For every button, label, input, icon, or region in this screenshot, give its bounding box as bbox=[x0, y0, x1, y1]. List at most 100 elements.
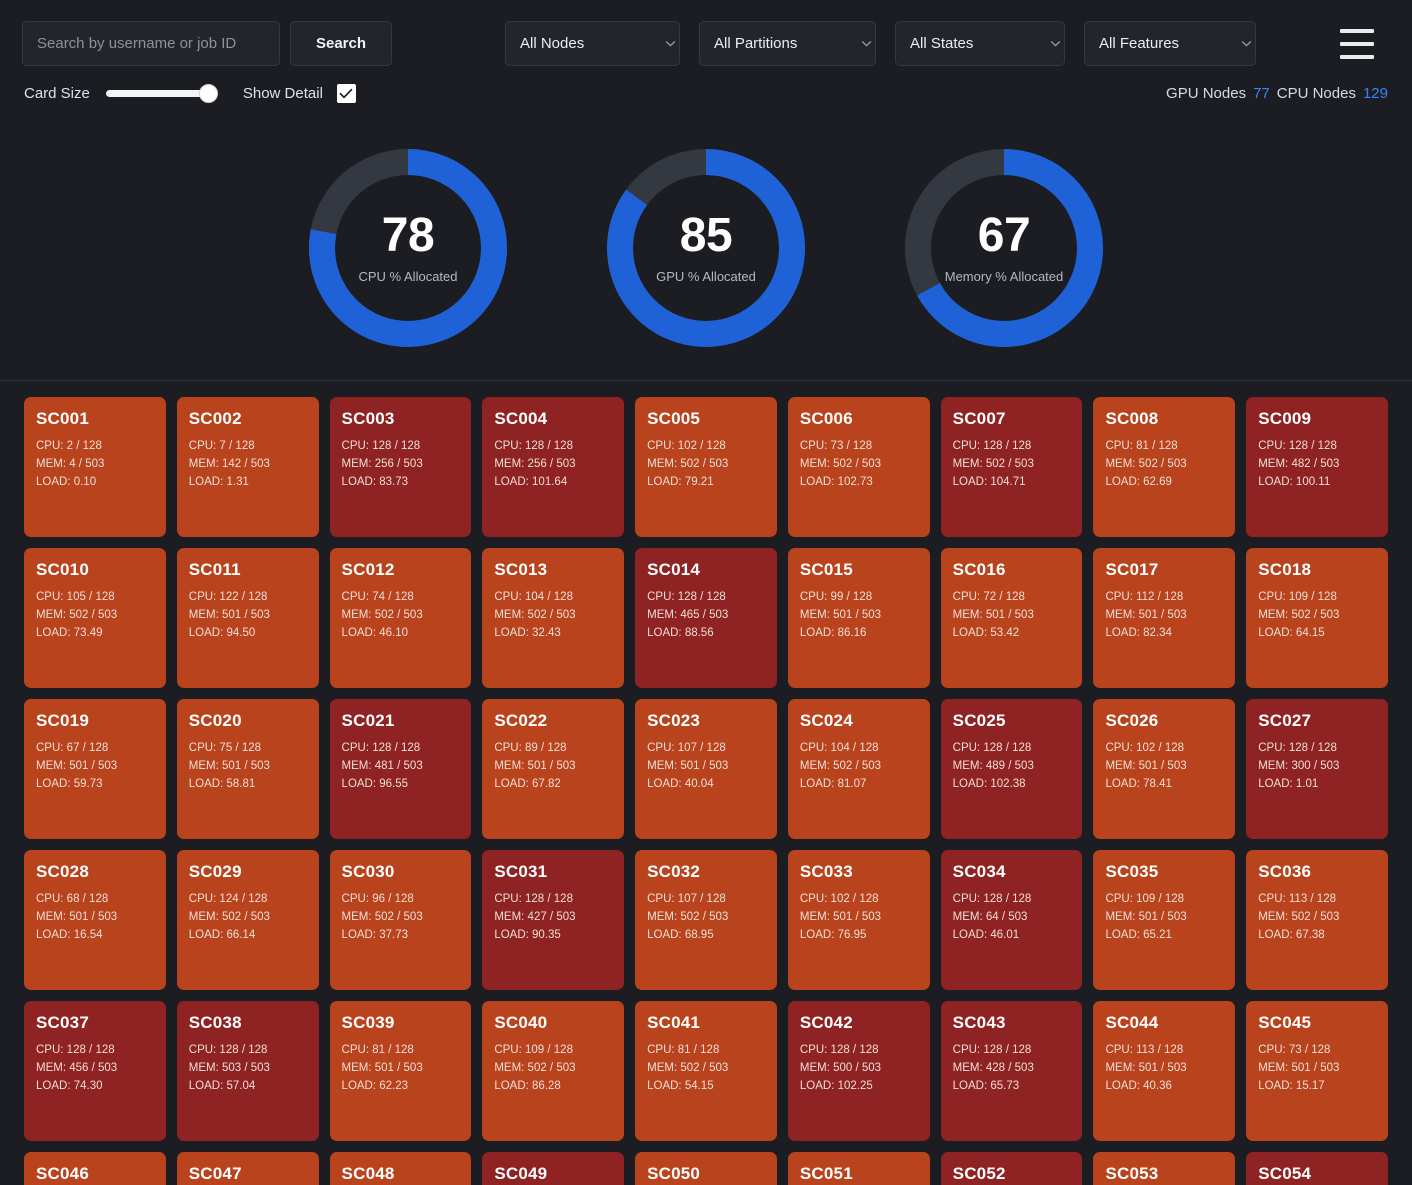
node-card[interactable]: SC054 bbox=[1246, 1152, 1388, 1185]
node-card[interactable]: SC027 CPU: 128 / 128 MEM: 300 / 503 LOAD: 1… bbox=[1246, 699, 1388, 839]
node-card[interactable]: SC011 CPU: 122 / 128 MEM: 501 / 503 LOAD: 9… bbox=[176, 548, 319, 688]
node-card-cpu: CPU: 128 / 128 bbox=[188, 1044, 268, 1056]
summary-gauges: 78 CPU % Allocated 85 GPU % Allocated 67… bbox=[0, 142, 1412, 381]
filter-features-select[interactable]: All Features bbox=[1084, 21, 1256, 66]
node-card[interactable]: SC030 CPU: 96 / 128 MEM: 502 / 503 LOAD: 37… bbox=[329, 850, 472, 990]
node-card-load: LOAD: 57.04 bbox=[188, 1079, 256, 1092]
node-card[interactable]: SC009 CPU: 128 / 128 MEM: 482 / 503 LOAD: 1… bbox=[1246, 397, 1388, 537]
node-card[interactable]: SC052 bbox=[940, 1152, 1083, 1185]
search-button[interactable]: Search bbox=[290, 21, 392, 66]
node-card[interactable]: SC041 CPU: 81 / 128 MEM: 502 / 503 LOAD: 54… bbox=[635, 1001, 777, 1141]
node-card-load: LOAD: 37.73 bbox=[341, 928, 409, 941]
node-card[interactable]: SC020 CPU: 75 / 128 MEM: 501 / 503 LOAD: 58… bbox=[176, 699, 319, 839]
slider-knob[interactable] bbox=[198, 84, 218, 103]
node-card[interactable]: SC002 CPU: 7 / 128 MEM: 142 / 503 LOAD: 1.3… bbox=[176, 397, 319, 537]
node-card[interactable]: SC005 CPU: 102 / 128 MEM: 502 / 503 LOAD: 7… bbox=[635, 397, 777, 537]
node-card[interactable]: SC043 CPU: 128 / 128 MEM: 428 / 503 LOAD: 6… bbox=[940, 1001, 1083, 1141]
node-card[interactable]: SC034 CPU: 128 / 128 MEM: 64 / 503 LOAD: 46… bbox=[940, 850, 1083, 990]
node-card[interactable]: SC013 CPU: 104 / 128 MEM: 502 / 503 LOAD: 3… bbox=[482, 548, 625, 688]
node-card[interactable]: SC006 CPU: 73 / 128 MEM: 502 / 503 LOAD: 10… bbox=[787, 397, 930, 537]
node-card[interactable]: SC053 bbox=[1093, 1152, 1236, 1185]
node-card[interactable]: SC012 CPU: 74 / 128 MEM: 502 / 503 LOAD: 46… bbox=[329, 548, 472, 688]
node-card-cpu: CPU: 128 / 128 bbox=[952, 893, 1032, 905]
node-card-name: SC020 bbox=[188, 711, 242, 730]
node-card-name: SC037 bbox=[36, 1013, 89, 1032]
node-card[interactable]: SC018 CPU: 109 / 128 MEM: 502 / 503 LOAD: 6… bbox=[1246, 548, 1388, 688]
node-card[interactable]: SC044 CPU: 113 / 128 MEM: 501 / 503 LOAD: 4… bbox=[1093, 1001, 1236, 1141]
node-card-load: LOAD: 65.73 bbox=[952, 1079, 1020, 1092]
node-card[interactable]: SC045 CPU: 73 / 128 MEM: 501 / 503 LOAD: 15… bbox=[1246, 1001, 1388, 1141]
node-card[interactable]: SC035 CPU: 109 / 128 MEM: 501 / 503 LOAD: 6… bbox=[1093, 850, 1236, 990]
node-card[interactable]: SC025 CPU: 128 / 128 MEM: 489 / 503 LOAD: 1… bbox=[940, 699, 1083, 839]
node-card[interactable]: SC028 CPU: 68 / 128 MEM: 501 / 503 LOAD: 16… bbox=[24, 850, 166, 990]
node-card[interactable]: SC039 CPU: 81 / 128 MEM: 501 / 503 LOAD: 62… bbox=[329, 1001, 472, 1141]
top-toolbar: Search All Nodes All Partitions All Stat… bbox=[0, 0, 1412, 66]
filter-partitions-select[interactable]: All Partitions bbox=[699, 21, 876, 66]
node-card[interactable]: SC036 CPU: 113 / 128 MEM: 502 / 503 LOAD: 6… bbox=[1246, 850, 1388, 990]
chevron-down-icon bbox=[1024, 38, 1061, 49]
show-detail-checkbox[interactable] bbox=[336, 83, 356, 103]
node-card[interactable]: SC022 CPU: 89 / 128 MEM: 501 / 503 LOAD: 67… bbox=[482, 699, 625, 839]
node-card[interactable]: SC048 bbox=[329, 1152, 472, 1185]
node-card[interactable]: SC003 CPU: 128 / 128 MEM: 256 / 503 LOAD: 8… bbox=[329, 397, 472, 537]
node-card[interactable]: SC024 CPU: 104 / 128 MEM: 502 / 503 LOAD: 8… bbox=[787, 699, 930, 839]
filter-states-select[interactable]: All States bbox=[895, 21, 1065, 66]
node-card-name: SC024 bbox=[799, 711, 853, 730]
node-card[interactable]: SC032 CPU: 107 / 128 MEM: 502 / 503 LOAD: 6… bbox=[635, 850, 777, 990]
node-card-load: LOAD: 46.10 bbox=[341, 626, 409, 639]
node-card[interactable]: SC021 CPU: 128 / 128 MEM: 481 / 503 LOAD: 9… bbox=[329, 699, 472, 839]
card-size-slider[interactable] bbox=[105, 84, 218, 103]
node-card-mem: MEM: 501 / 503 bbox=[341, 1061, 423, 1074]
node-card-name: SC044 bbox=[1105, 1013, 1159, 1032]
node-card-mem: MEM: 502 / 503 bbox=[188, 910, 270, 923]
node-card-cpu: CPU: 128 / 128 bbox=[952, 1044, 1032, 1056]
node-card-name: SC033 bbox=[799, 862, 853, 881]
node-card[interactable]: SC050 bbox=[635, 1152, 777, 1185]
node-card-cpu: CPU: 73 / 128 bbox=[799, 440, 873, 452]
node-card[interactable]: SC023 CPU: 107 / 128 MEM: 501 / 503 LOAD: 4… bbox=[635, 699, 777, 839]
filter-nodes-select[interactable]: All Nodes bbox=[505, 21, 680, 66]
hamburger-menu-icon[interactable] bbox=[1340, 28, 1374, 59]
node-card-load: LOAD: 76.95 bbox=[799, 928, 867, 941]
filter-nodes-value: All Nodes bbox=[520, 35, 585, 52]
filter-group: All Nodes All Partitions All States All … bbox=[505, 21, 1256, 66]
node-card-cpu: CPU: 128 / 128 bbox=[341, 742, 421, 754]
node-card[interactable]: SC033 CPU: 102 / 128 MEM: 501 / 503 LOAD: 7… bbox=[787, 850, 930, 990]
node-card[interactable]: SC046 bbox=[24, 1152, 166, 1185]
node-card[interactable]: SC049 bbox=[482, 1152, 625, 1185]
node-card[interactable]: SC004 CPU: 128 / 128 MEM: 256 / 503 LOAD: 1… bbox=[482, 397, 625, 537]
node-card[interactable]: SC040 CPU: 109 / 128 MEM: 502 / 503 LOAD: 8… bbox=[482, 1001, 625, 1141]
node-card[interactable]: SC014 CPU: 128 / 128 MEM: 465 / 503 LOAD: 8… bbox=[635, 548, 777, 688]
node-card[interactable]: SC015 CPU: 99 / 128 MEM: 501 / 503 LOAD: 86… bbox=[787, 548, 930, 688]
node-card[interactable]: SC019 CPU: 67 / 128 MEM: 501 / 503 LOAD: 59… bbox=[24, 699, 166, 839]
gpu-nodes-count: 77 bbox=[1253, 84, 1270, 102]
node-card[interactable]: SC001 CPU: 2 / 128 MEM: 4 / 503 LOAD: 0.10 bbox=[24, 397, 166, 537]
node-card[interactable]: SC038 CPU: 128 / 128 MEM: 503 / 503 LOAD: 5… bbox=[176, 1001, 319, 1141]
node-card-load: LOAD: 101.64 bbox=[494, 475, 568, 488]
node-card[interactable]: SC047 bbox=[176, 1152, 319, 1185]
node-card[interactable]: SC031 CPU: 128 / 128 MEM: 427 / 503 LOAD: 9… bbox=[482, 850, 625, 990]
search-input[interactable] bbox=[22, 21, 280, 66]
node-card-name: SC015 bbox=[799, 560, 853, 579]
node-card[interactable]: SC017 CPU: 112 / 128 MEM: 501 / 503 LOAD: 8… bbox=[1093, 548, 1236, 688]
node-card-mem: MEM: 502 / 503 bbox=[1258, 608, 1340, 621]
node-card[interactable]: SC042 CPU: 128 / 128 MEM: 500 / 503 LOAD: 1… bbox=[787, 1001, 930, 1141]
node-card-load: LOAD: 62.69 bbox=[1105, 475, 1172, 488]
node-card[interactable]: SC029 CPU: 124 / 128 MEM: 502 / 503 LOAD: 6… bbox=[176, 850, 319, 990]
node-card[interactable]: SC008 CPU: 81 / 128 MEM: 502 / 503 LOAD: 62… bbox=[1093, 397, 1236, 537]
node-card[interactable]: SC026 CPU: 102 / 128 MEM: 501 / 503 LOAD: 7… bbox=[1093, 699, 1236, 839]
cpu-nodes-count: 129 bbox=[1362, 84, 1388, 102]
node-card-load: LOAD: 94.50 bbox=[188, 626, 256, 639]
node-card[interactable]: SC010 CPU: 105 / 128 MEM: 502 / 503 LOAD: 7… bbox=[24, 548, 166, 688]
node-card-load: LOAD: 16.54 bbox=[36, 928, 103, 941]
node-dashboard: Search All Nodes All Partitions All Stat… bbox=[0, 0, 1412, 1185]
node-card[interactable]: SC037 CPU: 128 / 128 MEM: 456 / 503 LOAD: 7… bbox=[24, 1001, 166, 1141]
node-card[interactable]: SC016 CPU: 72 / 128 MEM: 501 / 503 LOAD: 53… bbox=[940, 548, 1083, 688]
node-card[interactable]: SC007 CPU: 128 / 128 MEM: 502 / 503 LOAD: 1… bbox=[940, 397, 1083, 537]
node-card-mem: MEM: 428 / 503 bbox=[952, 1061, 1034, 1074]
node-card-cpu: CPU: 112 / 128 bbox=[1105, 591, 1184, 603]
node-card-name: SC032 bbox=[647, 862, 701, 881]
node-card[interactable]: SC051 bbox=[787, 1152, 930, 1185]
node-card-name: SC029 bbox=[188, 862, 242, 881]
node-card-cpu: CPU: 128 / 128 bbox=[647, 591, 726, 603]
